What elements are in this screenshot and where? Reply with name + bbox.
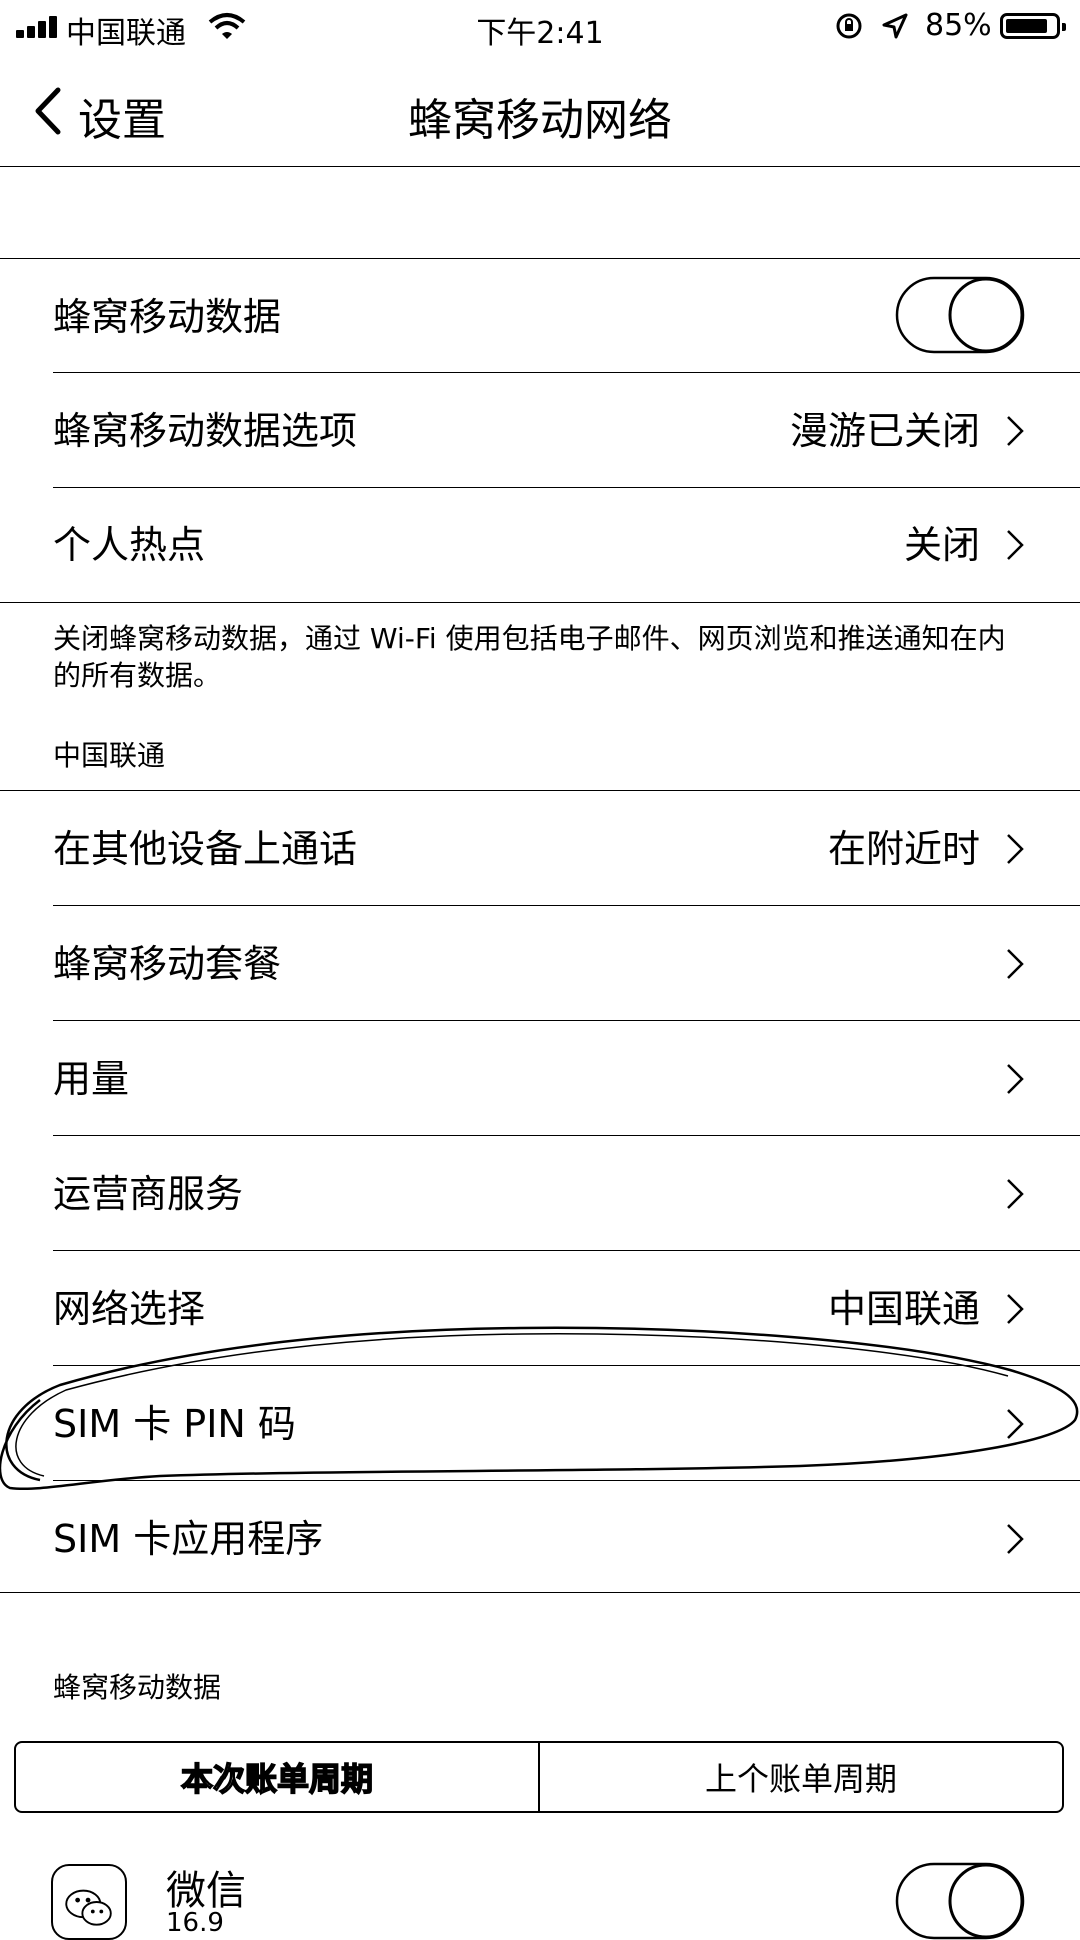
- chevron-right-icon: [1007, 1179, 1024, 1209]
- chevron-right-icon: [1007, 530, 1024, 560]
- row-divider: [53, 1250, 1080, 1251]
- cellular-plans-label: 蜂窝移动套餐: [53, 942, 282, 986]
- wechat-app-icon: [51, 1864, 127, 1940]
- calls-other-devices-value: 在附近时: [827, 827, 980, 871]
- carrier-section-header: 中国联通: [53, 739, 166, 772]
- group-divider: [0, 258, 1080, 259]
- carrier-services-label: 运营商服务: [53, 1172, 244, 1216]
- usage-section-header: 蜂窝移动数据: [53, 1671, 222, 1704]
- app-data-usage: 16.9: [166, 1908, 224, 1938]
- row-divider: [53, 487, 1080, 488]
- status-time: 下午2:41: [476, 16, 604, 51]
- group-divider: [0, 602, 1080, 603]
- hotspot-label: 个人热点: [53, 523, 206, 567]
- row-divider: [53, 1020, 1080, 1021]
- chevron-right-icon: [1007, 1409, 1024, 1439]
- cellular-data-footer-note: 关闭蜂窝移动数据，通过 Wi-Fi 使用包括电子邮件、网页浏览和推送通知在内的所…: [53, 622, 1006, 692]
- navigation-bar: 设置 蜂窝移动网络: [0, 54, 1080, 167]
- chevron-right-icon: [1007, 1294, 1024, 1324]
- calls-other-devices-label: 在其他设备上通话: [53, 827, 358, 871]
- row-divider: [53, 905, 1080, 906]
- cellular-options-label: 蜂窝移动数据选项: [53, 409, 358, 453]
- sim-pin-label: SIM 卡 PIN 码: [53, 1402, 296, 1446]
- app-cellular-toggle[interactable]: [895, 1862, 1025, 1940]
- status-bar: 中国联通 下午2:41 85%: [0, 0, 1080, 54]
- cellular-options-value: 漫游已关闭: [789, 409, 980, 453]
- cellular-data-label: 蜂窝移动数据: [53, 295, 282, 339]
- row-divider: [53, 1135, 1080, 1136]
- network-selection-label: 网络选择: [53, 1287, 206, 1331]
- hotspot-value: 关闭: [903, 523, 980, 567]
- usage-label: 用量: [53, 1057, 130, 1101]
- chevron-right-icon: [1007, 834, 1024, 864]
- network-selection-value: 中国联通: [827, 1287, 980, 1331]
- segment-last-period[interactable]: 上个账单周期: [538, 1743, 1062, 1811]
- sim-applications-label: SIM 卡应用程序: [53, 1517, 324, 1561]
- cellular-data-toggle[interactable]: [895, 276, 1025, 354]
- billing-period-segmented-control[interactable]: 本次账单周期 上个账单周期: [14, 1741, 1064, 1813]
- row-divider: [53, 372, 1080, 373]
- chevron-right-icon: [1007, 949, 1024, 979]
- chevron-right-icon: [1007, 416, 1024, 446]
- chevron-right-icon: [1007, 1064, 1024, 1094]
- segment-current-period[interactable]: 本次账单周期: [16, 1743, 538, 1811]
- group-divider: [0, 1592, 1080, 1593]
- page-title: 蜂窝移动网络: [408, 95, 672, 146]
- battery-percent: 85%: [925, 8, 992, 43]
- location-icon: [882, 13, 908, 39]
- chevron-right-icon: [1007, 1524, 1024, 1554]
- rotation-lock-icon: [836, 13, 862, 39]
- group-divider: [0, 790, 1080, 791]
- row-divider: [53, 1480, 1080, 1481]
- battery-icon: [1000, 13, 1066, 39]
- row-divider: [53, 1365, 1080, 1366]
